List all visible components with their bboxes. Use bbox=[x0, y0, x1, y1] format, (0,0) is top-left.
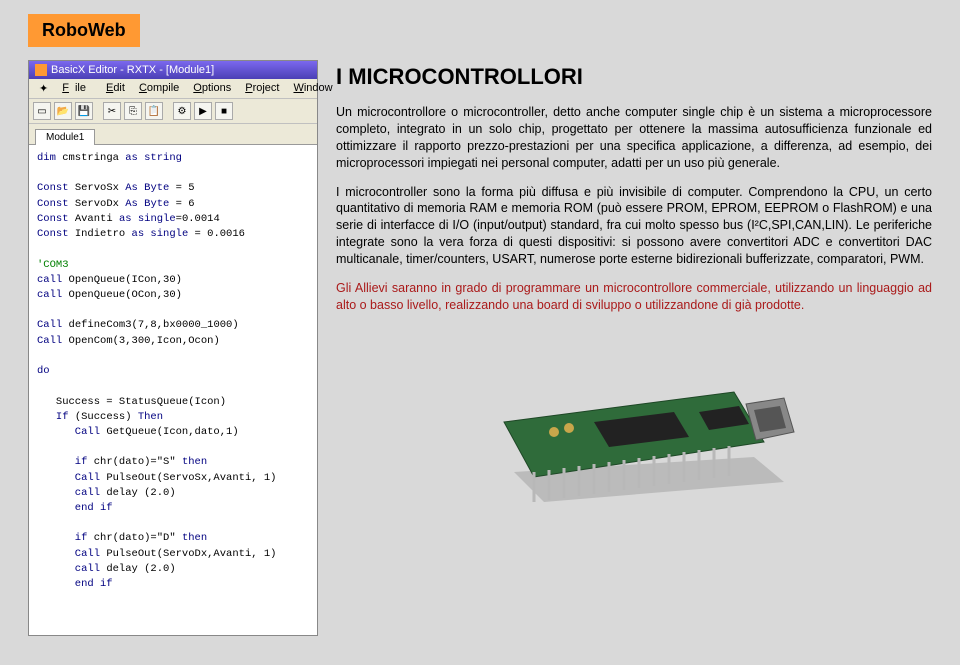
page-tab: RoboWeb bbox=[28, 14, 140, 47]
content-row: BasicX Editor - RXTX - [Module1] ✦ File … bbox=[28, 60, 932, 636]
microcontroller-board-image bbox=[336, 332, 932, 512]
save-icon[interactable]: 💾 bbox=[75, 102, 93, 120]
editor-titlebar: BasicX Editor - RXTX - [Module1] bbox=[29, 61, 317, 79]
article-p1: Un microcontrollore o microcontroller, d… bbox=[336, 104, 932, 172]
app-menu-icon[interactable]: ✦ bbox=[33, 81, 54, 96]
run-icon[interactable]: ▶ bbox=[194, 102, 212, 120]
app-icon bbox=[35, 64, 47, 76]
editor-window: BasicX Editor - RXTX - [Module1] ✦ File … bbox=[28, 60, 318, 636]
menu-options[interactable]: Options bbox=[187, 81, 237, 96]
editor-menubar: ✦ File Edit Compile Options Project Wind… bbox=[29, 79, 317, 99]
article-p3: Gli Allievi saranno in grado di programm… bbox=[336, 280, 932, 314]
paste-icon[interactable]: 📋 bbox=[145, 102, 163, 120]
editor-toolbar: ▭ 📂 💾 ✂ ⎘ 📋 ⚙ ▶ ■ bbox=[29, 99, 317, 124]
page-tab-label: RoboWeb bbox=[42, 20, 126, 40]
menu-file[interactable]: File bbox=[56, 81, 98, 96]
open-icon[interactable]: 📂 bbox=[54, 102, 72, 120]
menu-compile[interactable]: Compile bbox=[133, 81, 185, 96]
article-column: I MICROCONTROLLORI Un microcontrollore o… bbox=[336, 60, 932, 636]
menu-window[interactable]: Window bbox=[287, 81, 338, 96]
menu-project[interactable]: Project bbox=[239, 81, 285, 96]
page: RoboWeb BasicX Editor - RXTX - [Module1]… bbox=[0, 0, 960, 665]
copy-icon[interactable]: ⎘ bbox=[124, 102, 142, 120]
board-svg bbox=[454, 332, 814, 507]
menu-edit[interactable]: Edit bbox=[100, 81, 131, 96]
editor-title: BasicX Editor - RXTX - [Module1] bbox=[51, 64, 214, 76]
article-p2: I microcontroller sono la forma più diff… bbox=[336, 184, 932, 268]
compile-icon[interactable]: ⚙ bbox=[173, 102, 191, 120]
editor-tabstrip: Module1 bbox=[29, 124, 317, 145]
new-icon[interactable]: ▭ bbox=[33, 102, 51, 120]
cut-icon[interactable]: ✂ bbox=[103, 102, 121, 120]
file-tab-module1[interactable]: Module1 bbox=[35, 129, 95, 145]
code-area[interactable]: dim cmstringa as string Const ServoSx As… bbox=[29, 145, 317, 635]
article-heading: I MICROCONTROLLORI bbox=[336, 64, 932, 90]
stop-icon[interactable]: ■ bbox=[215, 102, 233, 120]
